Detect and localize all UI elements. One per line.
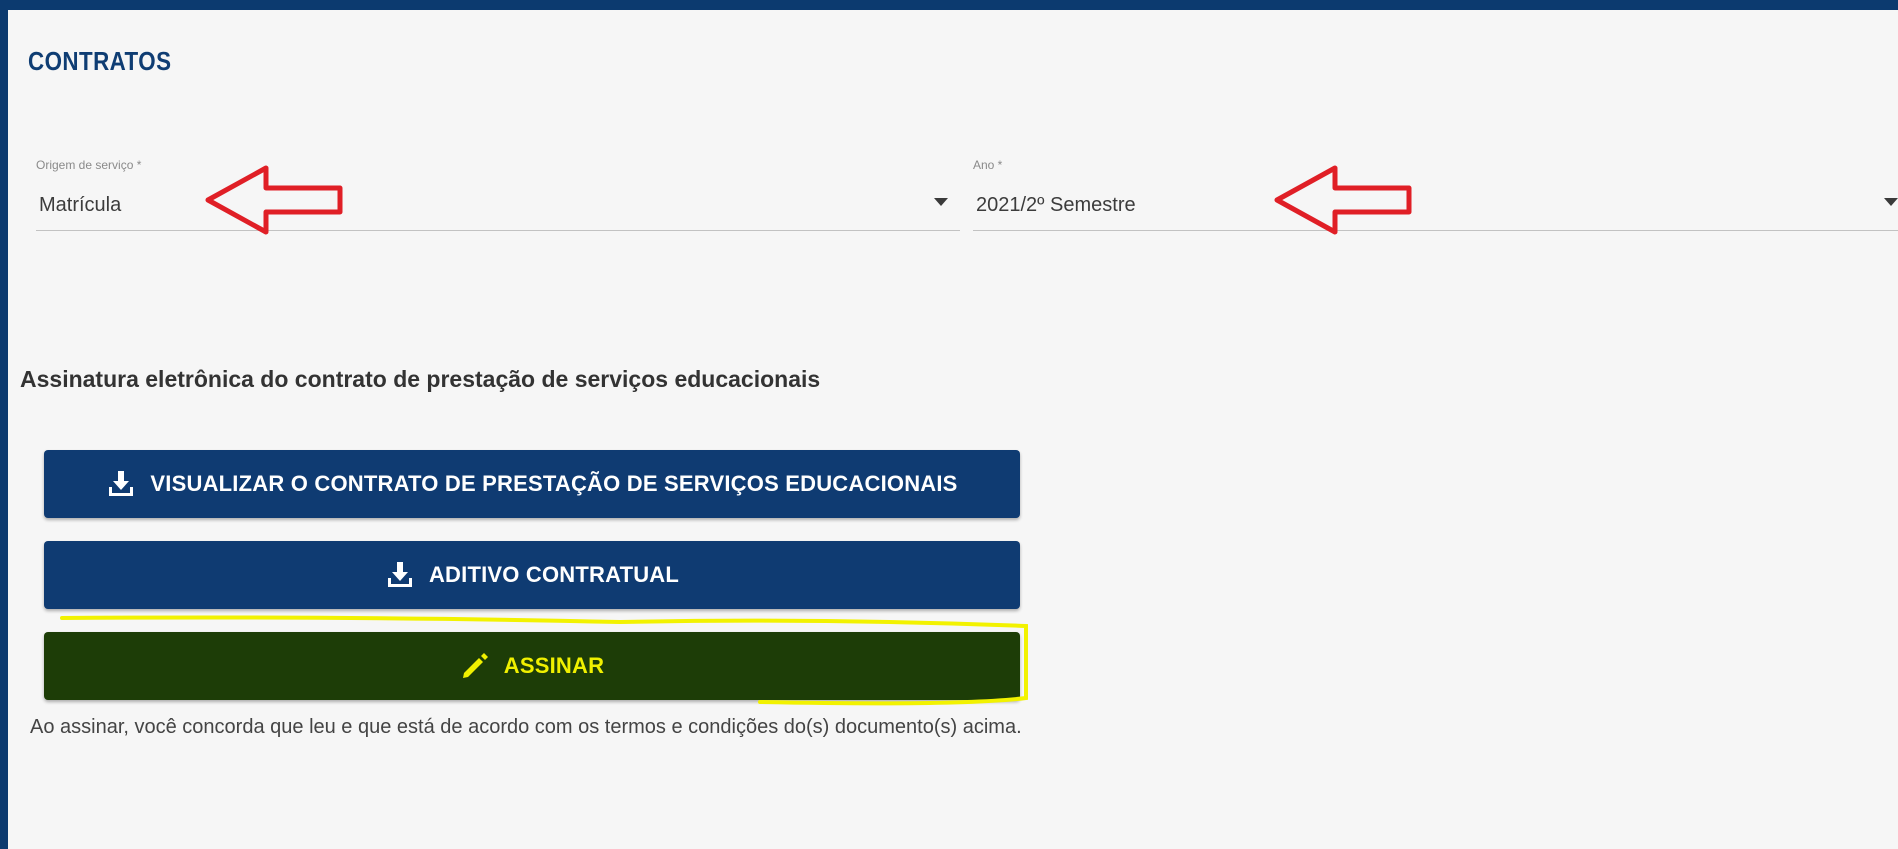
aditivo-contratual-label: ADITIVO CONTRATUAL [428, 562, 680, 587]
origem-servico-value[interactable]: Matrícula [39, 194, 121, 217]
sign-disclaimer: Ao assinar, você concorda que leu e que … [30, 716, 1022, 738]
chevron-down-icon[interactable] [934, 198, 948, 206]
ano-value[interactable]: 2021/2º Semestre [976, 194, 1136, 217]
origem-servico-underline [36, 230, 960, 231]
origem-servico-select[interactable]: Origem de serviço * Matrícula [36, 140, 960, 231]
origem-servico-label: Origem de serviço * [36, 158, 142, 172]
pencil-icon [462, 653, 488, 678]
sign-button[interactable]: ASSINAR [44, 632, 1020, 700]
red-arrow-annotation-icon [1274, 165, 1412, 235]
aditivo-contratual-button[interactable]: ADITIVO CONTRATUAL [44, 541, 1020, 609]
sign-label: ASSINAR [503, 653, 605, 678]
section-heading: Assinatura eletrônica do contrato de pre… [20, 366, 821, 392]
ano-select[interactable]: Ano * 2021/2º Semestre [973, 140, 1898, 231]
page-title: CONTRATOS [28, 46, 172, 76]
view-contract-label: VISUALIZAR O CONTRATO DE PRESTAÇÃO DE SE… [150, 471, 958, 496]
download-icon [109, 471, 134, 496]
view-contract-button[interactable]: VISUALIZAR O CONTRATO DE PRESTAÇÃO DE SE… [44, 450, 1020, 518]
download-icon [387, 562, 412, 587]
red-arrow-annotation-icon [205, 165, 343, 235]
contracts-panel: CONTRATOS Origem de serviço * Matrícula … [8, 10, 1898, 849]
chevron-down-icon[interactable] [1884, 198, 1898, 206]
ano-label: Ano * [973, 158, 1003, 172]
ano-underline [973, 230, 1898, 231]
